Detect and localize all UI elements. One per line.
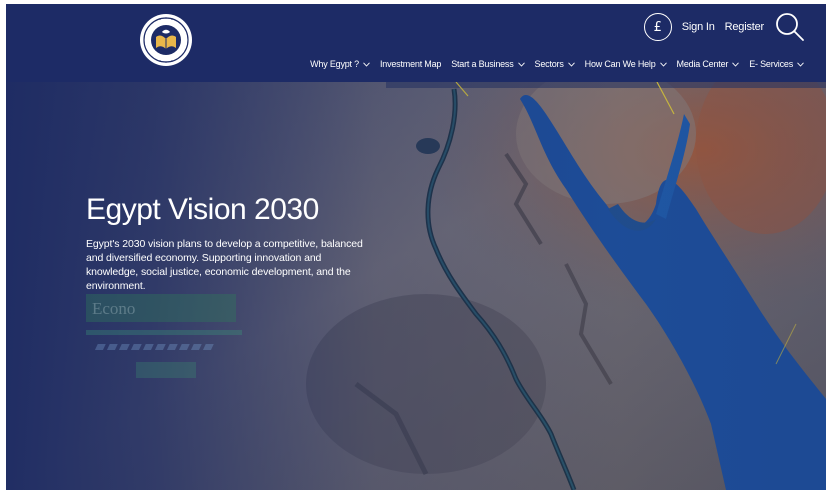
nav-investment-map[interactable]: Investment Map	[380, 59, 441, 69]
nav-label: Sectors	[534, 59, 564, 69]
nav-label: Why Egypt ?	[310, 59, 359, 69]
nav-sectors[interactable]: Sectors	[535, 59, 575, 69]
chevron-down-icon	[567, 61, 575, 67]
logo-icon[interactable]	[138, 12, 194, 68]
nav-label: Media Center	[676, 59, 729, 69]
chevron-down-icon	[732, 61, 740, 67]
chevron-down-icon	[797, 61, 804, 67]
nav-how-can-we-help[interactable]: How Can We Help	[585, 59, 667, 69]
hero-copy: Egypt Vision 2030 Egypt's 2030 vision pl…	[86, 191, 376, 293]
nav-e-services[interactable]: E- Services	[749, 59, 804, 69]
hero-title: Egypt Vision 2030	[86, 193, 319, 226]
currency-symbol: £	[653, 19, 662, 35]
chevron-down-icon	[659, 61, 667, 67]
nav-media-center[interactable]: Media Center	[677, 59, 740, 69]
video-overlay-graphic: Econo	[86, 294, 242, 378]
nav-label: Start a Business	[451, 59, 514, 69]
register-link[interactable]: Register	[725, 21, 765, 33]
sign-in-link[interactable]: Sign In	[682, 21, 715, 33]
page-frame: Econo £ Sign In Register Why Egypt ? Inv…	[6, 4, 826, 490]
nav-label: Investment Map	[379, 59, 442, 69]
nav-label: E- Services	[749, 59, 793, 69]
search-icon[interactable]	[772, 10, 806, 44]
nav-label: How Can We Help	[584, 59, 656, 69]
currency-selector[interactable]: £	[643, 13, 672, 41]
nav-why-egypt[interactable]: Why Egypt ?	[310, 59, 370, 69]
site-header: £ Sign In Register Why Egypt ? Investmen…	[6, 4, 826, 82]
header-utilities: £ Sign In Register	[643, 10, 806, 44]
ghost-caption: Econo	[92, 299, 135, 318]
chevron-down-icon	[363, 61, 370, 67]
hero-description: Egypt's 2030 vision plans to develop a c…	[86, 238, 363, 292]
main-navigation: Why Egypt ? Investment Map Start a Busin…	[310, 59, 804, 69]
nav-start-a-business[interactable]: Start a Business	[451, 59, 525, 69]
chevron-down-icon	[517, 61, 525, 67]
